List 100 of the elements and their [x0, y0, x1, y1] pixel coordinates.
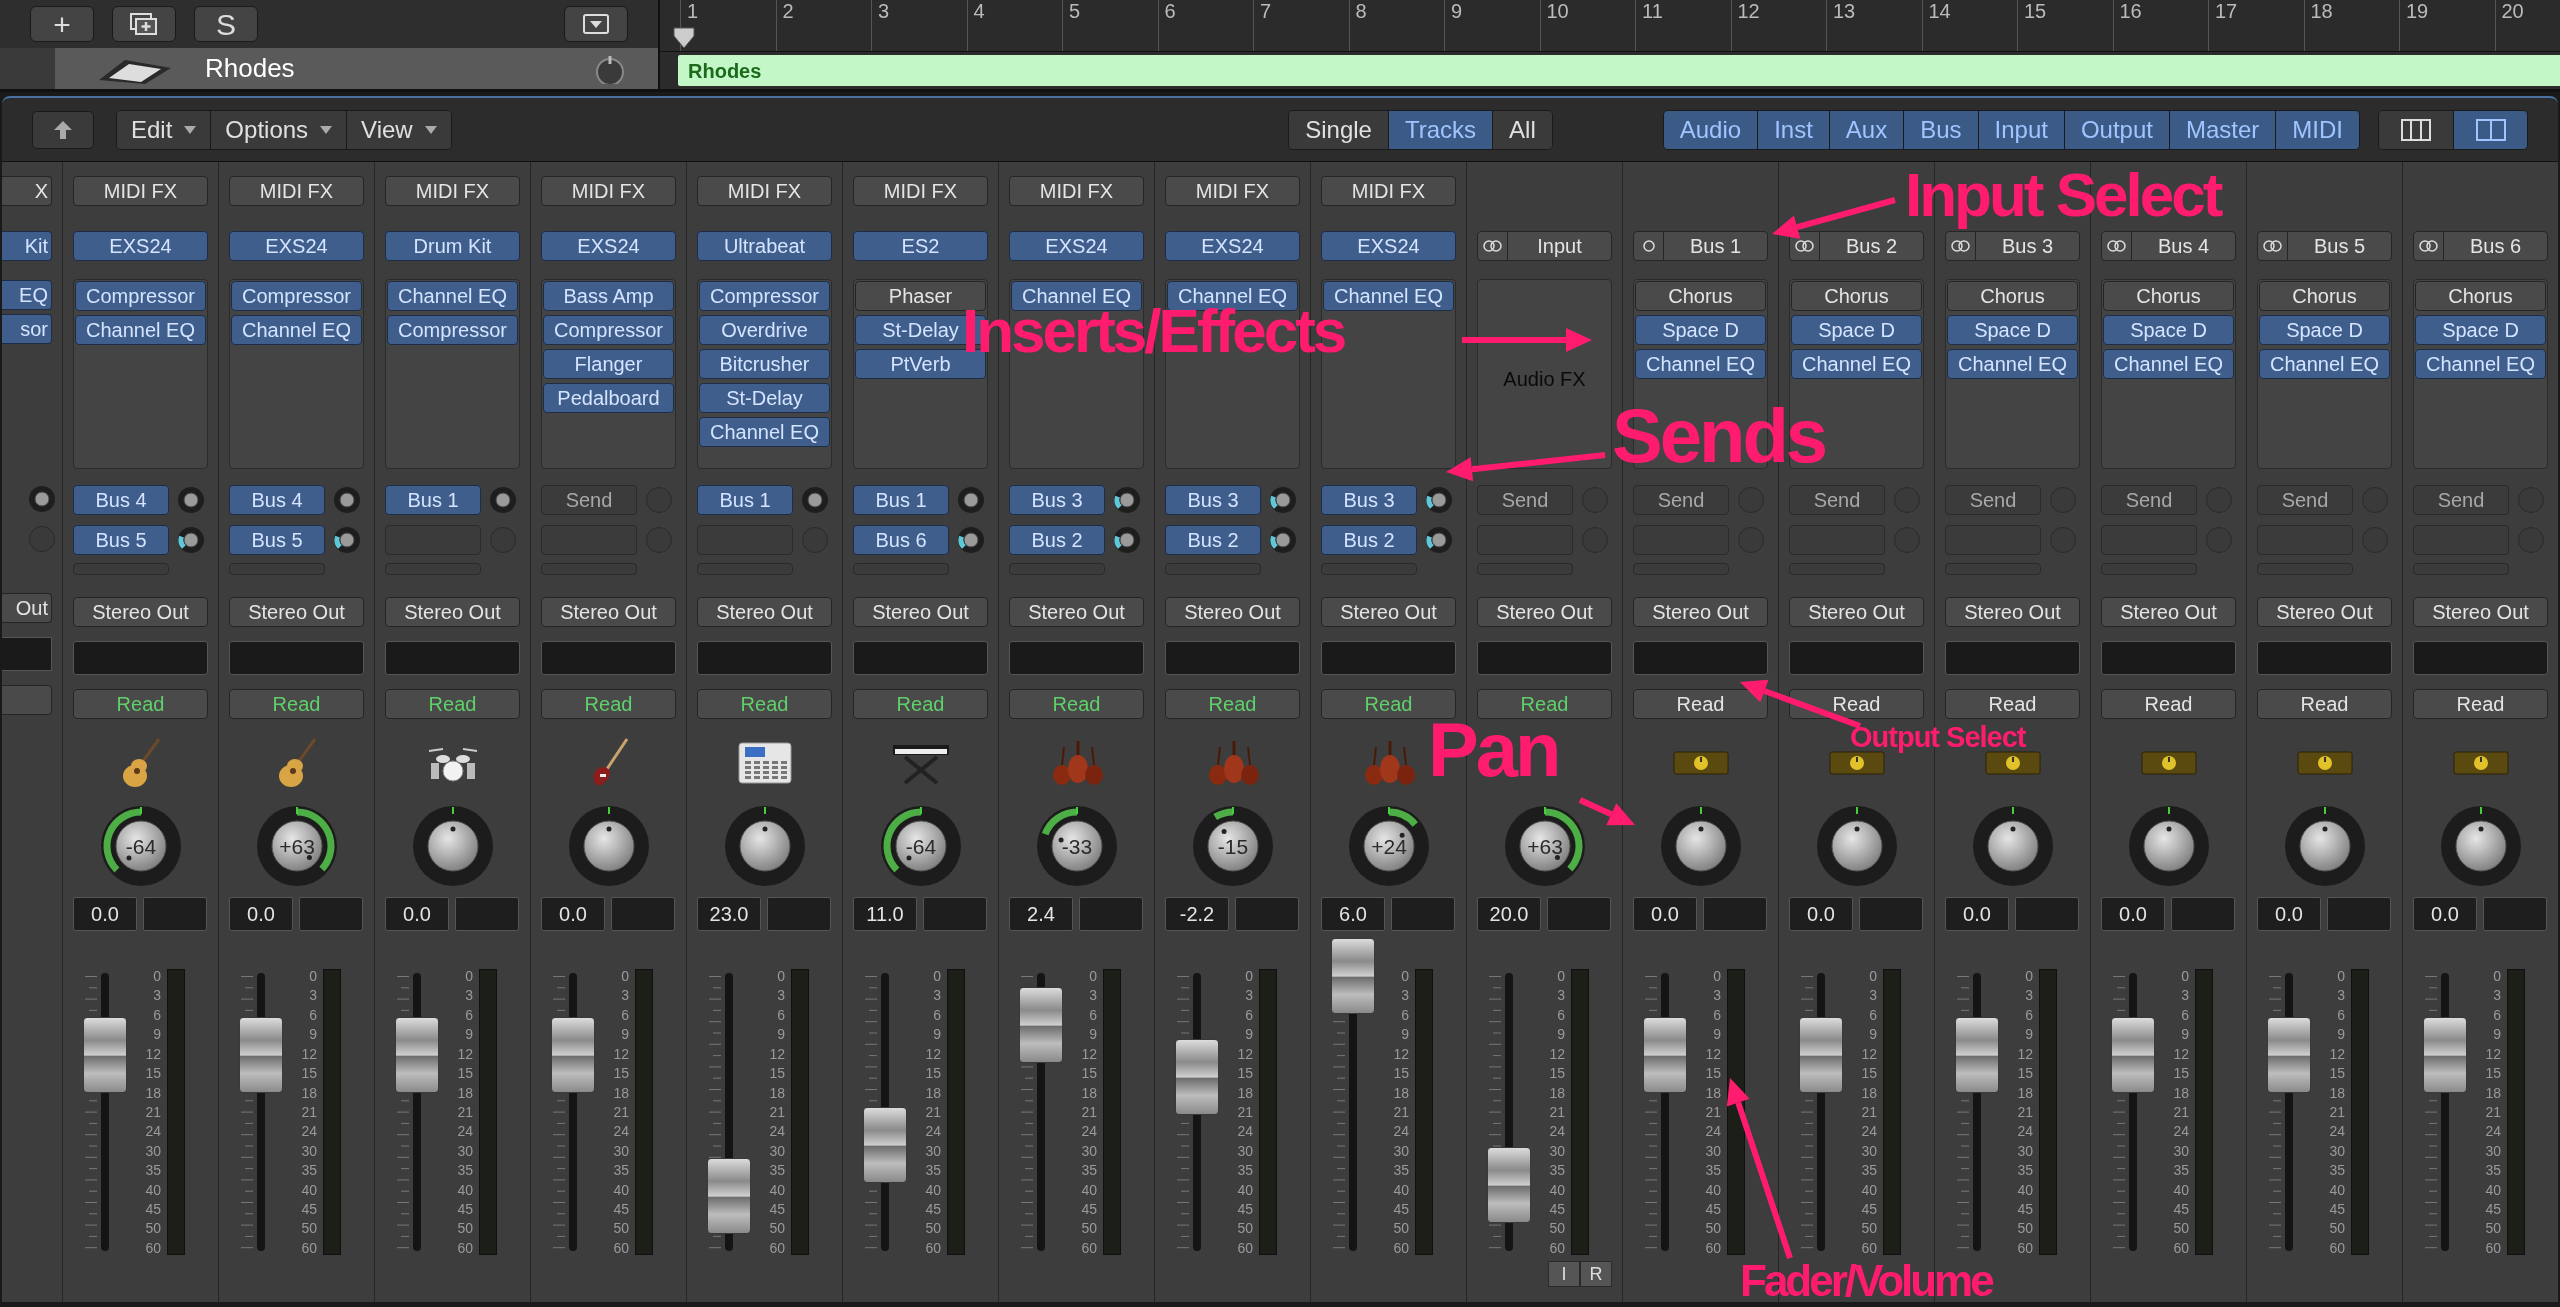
automation-mode[interactable]: Read: [697, 689, 832, 719]
send-slot[interactable]: Bus 5: [229, 525, 325, 555]
output-select[interactable]: Stereo Out: [1477, 597, 1612, 627]
volume-readout[interactable]: -2.2: [1165, 897, 1229, 931]
output-select[interactable]: Stereo Out: [229, 597, 364, 627]
volume-readout[interactable]: 0.0: [1945, 897, 2009, 931]
midi-fx-slot[interactable]: MIDI FX: [541, 176, 676, 206]
filter-button[interactable]: Inst: [1757, 110, 1829, 149]
instrument-slot[interactable]: EXS24: [1321, 231, 1456, 261]
group-slot[interactable]: [1789, 641, 1924, 675]
input-select[interactable]: Bus 6: [2413, 231, 2548, 261]
midi-fx-slot[interactable]: MIDI FX: [1165, 176, 1300, 206]
group-slot[interactable]: [853, 641, 988, 675]
pan-knob[interactable]: [2126, 804, 2211, 888]
volume-readout[interactable]: 11.0: [853, 897, 917, 931]
insert-slot[interactable]: Channel EQ: [2259, 349, 2390, 379]
send-slot[interactable]: Bus 5: [73, 525, 169, 555]
volume-readout[interactable]: 0.0: [2413, 897, 2477, 931]
volume-readout[interactable]: 23.0: [697, 897, 761, 931]
send-knob[interactable]: [801, 486, 829, 514]
send-slot[interactable]: Bus 3: [1009, 485, 1105, 515]
pan-knob[interactable]: [1658, 804, 1743, 888]
group-slot[interactable]: [1165, 641, 1300, 675]
send-knob[interactable]: [333, 486, 361, 514]
send-knob[interactable]: [1113, 486, 1141, 514]
insert-slot[interactable]: Channel EQ: [75, 315, 206, 345]
playhead-icon[interactable]: [672, 26, 696, 50]
group-slot[interactable]: [1945, 641, 2080, 675]
send-knob[interactable]: [177, 526, 205, 554]
filter-button[interactable]: Input: [1977, 110, 2064, 149]
insert-slot[interactable]: Chorus: [2259, 281, 2390, 311]
input-monitor-button[interactable]: R: [1580, 1261, 1612, 1287]
automation-mode[interactable]: Read: [853, 689, 988, 719]
fader-handle[interactable]: [2111, 1016, 2155, 1093]
insert-slot[interactable]: St-Delay: [699, 383, 830, 413]
automation-mode[interactable]: Read: [229, 689, 364, 719]
pan-knob[interactable]: +63: [254, 804, 339, 888]
insert-slot[interactable]: Space D: [2259, 315, 2390, 345]
input-select[interactable]: Bus 2: [1789, 231, 1924, 261]
pan-knob[interactable]: -33: [1034, 804, 1119, 888]
send-slot[interactable]: Bus 4: [229, 485, 325, 515]
toolbar-button[interactable]: +: [30, 6, 94, 42]
view-mode-tab[interactable]: All: [1492, 110, 1552, 149]
input-select[interactable]: Input: [1477, 231, 1612, 261]
output-select[interactable]: Stereo Out: [541, 597, 676, 627]
insert-slot[interactable]: Compressor: [699, 281, 830, 311]
midi-fx-slot[interactable]: MIDI FX: [385, 176, 520, 206]
send-knob[interactable]: [333, 526, 361, 554]
group-slot[interactable]: [2413, 641, 2548, 675]
input-select[interactable]: Bus 1: [1633, 231, 1768, 261]
insert-slot[interactable]: Bitcrusher: [699, 349, 830, 379]
view-mode-tab[interactable]: Single: [1289, 110, 1388, 149]
insert-slot[interactable]: Chorus: [2415, 281, 2546, 311]
send-knob[interactable]: [177, 486, 205, 514]
insert-slot[interactable]: Compressor: [75, 281, 206, 311]
insert-slot[interactable]: Channel EQ: [1791, 349, 1922, 379]
send-slot[interactable]: Send: [541, 485, 637, 515]
insert-slot[interactable]: Channel EQ: [1635, 349, 1766, 379]
output-select[interactable]: Stereo Out: [1789, 597, 1924, 627]
instrument-slot[interactable]: EXS24: [541, 231, 676, 261]
midi-fx-slot[interactable]: MIDI FX: [697, 176, 832, 206]
fader-handle[interactable]: [395, 1016, 439, 1093]
output-select[interactable]: Stereo Out: [2101, 597, 2236, 627]
layout-button[interactable]: [2453, 110, 2527, 149]
send-knob[interactable]: [28, 485, 56, 513]
group-slot[interactable]: [1321, 641, 1456, 675]
send-slot[interactable]: Send: [2413, 485, 2509, 515]
insert-slot[interactable]: Space D: [2415, 315, 2546, 345]
instrument-slot[interactable]: ES2: [853, 231, 988, 261]
output-select[interactable]: Stereo Out: [1165, 597, 1300, 627]
input-select[interactable]: Bus 4: [2101, 231, 2236, 261]
toolbar-button[interactable]: S: [194, 6, 258, 42]
output-select[interactable]: Stereo Out: [73, 597, 208, 627]
volume-readout[interactable]: 0.0: [1789, 897, 1853, 931]
view-mode-tab[interactable]: Tracks: [1387, 110, 1493, 149]
group-slot[interactable]: [2, 637, 52, 671]
send-knob[interactable]: [1269, 486, 1297, 514]
insert-slot[interactable]: Compressor: [543, 315, 674, 345]
output-select[interactable]: Stereo Out: [853, 597, 988, 627]
insert-slot[interactable]: Flanger: [543, 349, 674, 379]
insert-slot[interactable]: Chorus: [1635, 281, 1766, 311]
insert-slot[interactable]: Chorus: [1791, 281, 1922, 311]
send-slot[interactable]: Bus 3: [1321, 485, 1417, 515]
track-header[interactable]: Rhodes: [55, 48, 658, 89]
automation-mode[interactable]: Read: [1633, 689, 1768, 719]
input-monitor-button[interactable]: I: [1548, 1261, 1580, 1287]
fader-handle[interactable]: [1487, 1147, 1531, 1224]
instrument-slot[interactable]: EXS24: [229, 231, 364, 261]
layout-button[interactable]: [2379, 110, 2453, 149]
send-slot[interactable]: Bus 1: [385, 485, 481, 515]
filter-button[interactable]: Master: [2168, 110, 2276, 149]
pan-knob[interactable]: [722, 804, 807, 888]
volume-readout[interactable]: 0.0: [2101, 897, 2165, 931]
output-select[interactable]: Stereo Out: [1321, 597, 1456, 627]
insert-slot[interactable]: Compressor: [387, 315, 518, 345]
send-knob[interactable]: [1425, 486, 1453, 514]
send-slot[interactable]: Bus 6: [853, 525, 949, 555]
insert-slot[interactable]: Space D: [1635, 315, 1766, 345]
insert-slot[interactable]: Channel EQ: [1323, 281, 1454, 311]
menu-button[interactable]: View: [346, 110, 451, 149]
